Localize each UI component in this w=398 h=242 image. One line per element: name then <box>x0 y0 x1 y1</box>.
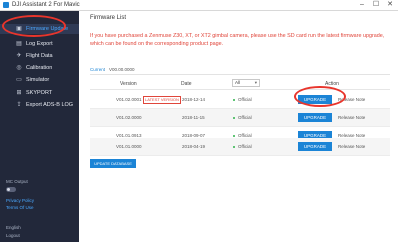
close-button[interactable]: ✕ <box>383 0 397 10</box>
tab-current[interactable]: Current <box>90 67 105 73</box>
minimize-button[interactable]: – <box>355 0 369 10</box>
privacy-policy-link[interactable]: Privacy Policy <box>6 198 34 204</box>
chevron-down-icon: ▾ <box>254 80 257 85</box>
table-row: V01.02.0000 2018-11-15 Official UPGRADE … <box>90 109 390 127</box>
mc-output-label: MC Output <box>6 179 28 184</box>
upgrade-button[interactable]: UPGRADE <box>298 113 332 122</box>
sidebar-item-label: Simulator <box>26 77 50 83</box>
status-dot-icon <box>233 99 235 101</box>
sidebar-item-simulator[interactable]: ▭ Simulator <box>0 75 79 85</box>
update-database-button[interactable]: UPDATE DATABASE <box>90 159 136 168</box>
sidebar-item-log-export[interactable]: ▤ Log Export <box>0 39 79 49</box>
version-cell: V01.02.0001 <box>116 97 142 102</box>
maximize-button[interactable]: ☐ <box>369 0 383 10</box>
version-cell: V01.01.0000 <box>116 144 142 149</box>
current-version: V00.00.0000 <box>109 67 135 72</box>
status-cell: Official <box>238 97 252 102</box>
sidebar-item-label: Export ADS-B LOG <box>26 102 74 108</box>
calibration-icon: ◎ <box>16 65 22 71</box>
divider <box>90 89 390 90</box>
table-row: V01.01.0000 2018-04-19 Official UPGRADE … <box>90 138 390 156</box>
status-filter-select[interactable]: All ▾ <box>232 79 260 87</box>
column-header-version: Version <box>120 81 137 87</box>
sidebar-item-export-adsb-log[interactable]: ⇪ Export ADS-B LOG <box>0 100 79 110</box>
status-dot-icon <box>233 146 235 148</box>
release-note-link[interactable]: Release Note <box>338 115 365 121</box>
divider <box>90 74 390 75</box>
skyport-icon: ⊞ <box>16 90 22 96</box>
export-icon: ⇪ <box>16 102 22 108</box>
sidebar-item-label: Calibration <box>26 65 53 71</box>
simulator-icon: ▭ <box>16 77 22 83</box>
terms-of-use-link[interactable]: Terms Of Use <box>6 205 34 211</box>
app-logo-icon <box>3 2 9 8</box>
highlight-circle-firmware-update <box>2 15 66 37</box>
date-cell: 2018-11-15 <box>182 115 205 120</box>
title-bar: DJI Assistant 2 For Mavic – ☐ ✕ <box>0 0 398 11</box>
highlight-circle-upgrade <box>294 86 346 107</box>
filter-value: All <box>235 80 241 85</box>
latest-version-badge: LATEST VERSION <box>143 96 181 104</box>
version-cell: V01.02.0000 <box>116 115 142 120</box>
sidebar-item-calibration[interactable]: ◎ Calibration <box>0 63 79 73</box>
page-title: Firmware List <box>90 15 127 21</box>
status-dot-icon <box>233 117 235 119</box>
logout-link[interactable]: Logout <box>6 233 20 239</box>
sidebar-item-label: SKYPORT <box>26 90 53 96</box>
window-title: DJI Assistant 2 For Mavic <box>12 2 80 8</box>
sidebar-item-skyport[interactable]: ⊞ SKYPORT <box>0 88 79 98</box>
sidebar-item-label: Flight Data <box>26 53 53 59</box>
mc-output-toggle[interactable] <box>6 187 16 192</box>
sidebar-item-label: Log Export <box>26 41 53 47</box>
tab-separator: : <box>104 67 106 72</box>
status-cell: Official <box>238 115 252 120</box>
status-cell: Official <box>238 144 252 149</box>
date-cell: 2018-12-14 <box>182 97 206 102</box>
language-select[interactable]: English <box>6 225 21 231</box>
sidebar: ▣ Firmware Update ▤ Log Export ✈ Flight … <box>0 11 79 242</box>
log-icon: ▤ <box>16 41 22 47</box>
sidebar-item-flight-data[interactable]: ✈ Flight Data <box>0 51 79 61</box>
status-dot-icon <box>233 135 235 137</box>
upgrade-button[interactable]: UPGRADE <box>298 142 332 151</box>
date-cell: 2018-04-19 <box>182 144 206 149</box>
flight-data-icon: ✈ <box>16 53 22 59</box>
warning-notice: If you have purchased a Zenmuse Z30, XT,… <box>90 33 385 47</box>
column-header-date: Date <box>181 81 192 87</box>
release-note-link[interactable]: Release Note <box>338 144 365 150</box>
